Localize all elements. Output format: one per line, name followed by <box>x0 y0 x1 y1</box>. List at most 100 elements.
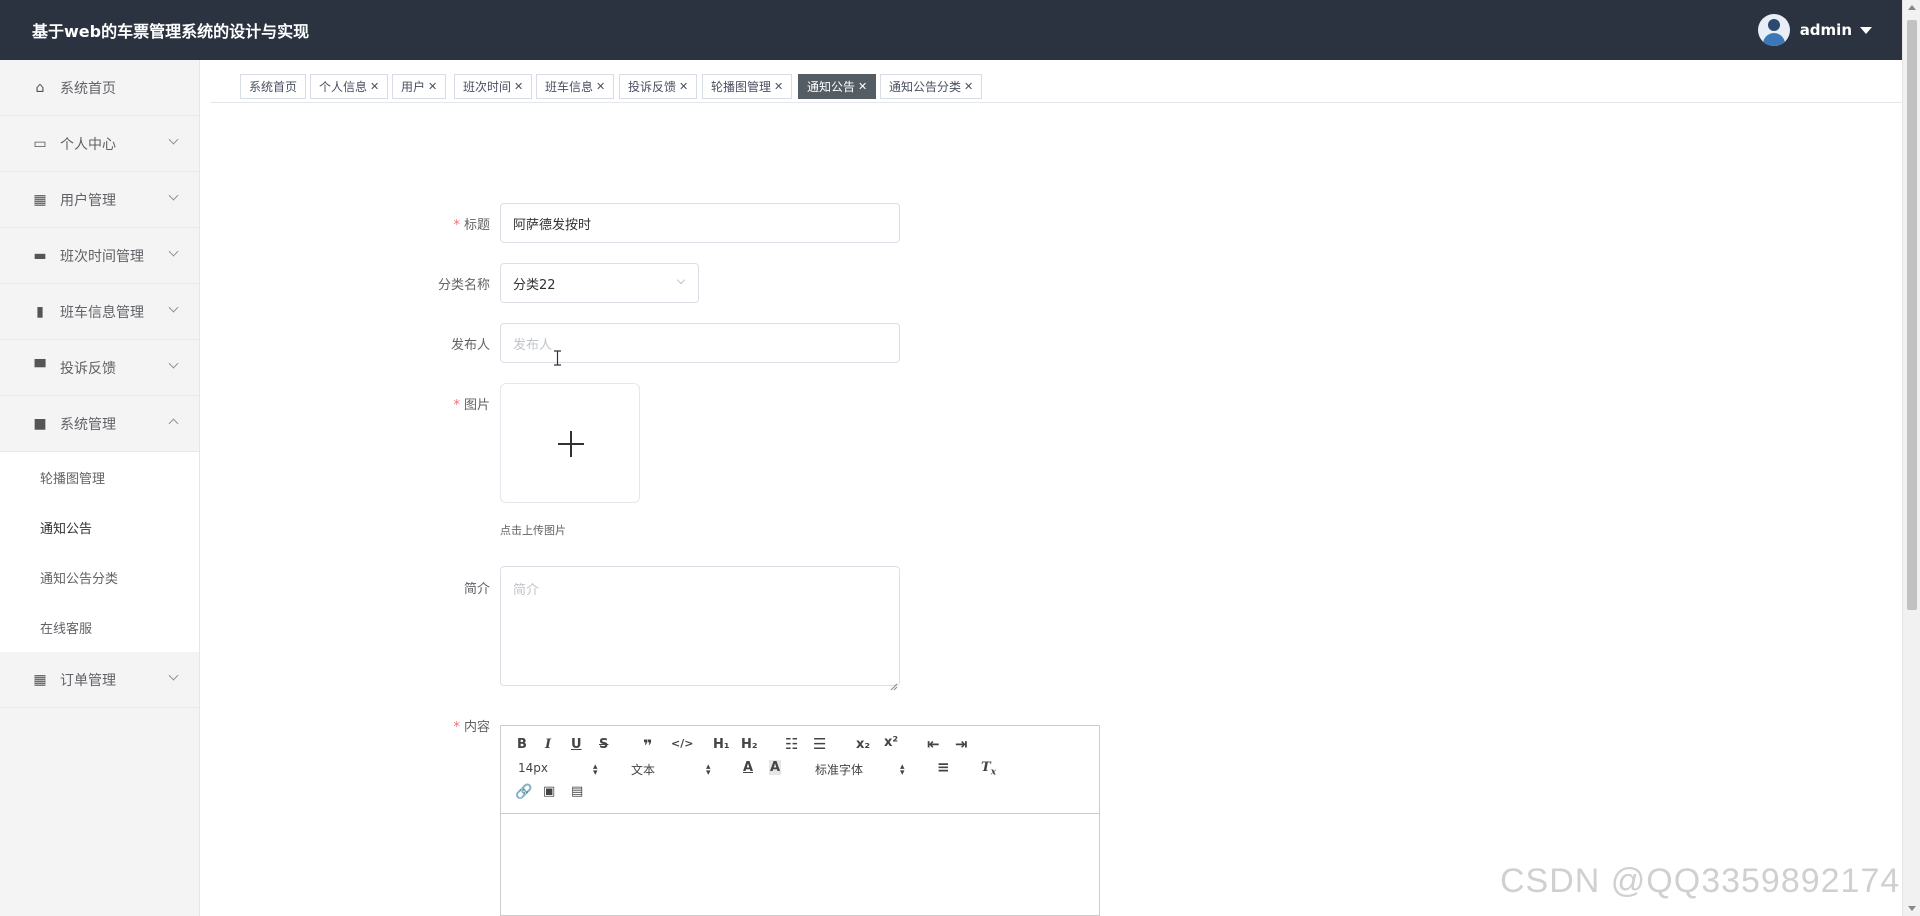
close-icon[interactable]: ✕ <box>514 80 523 93</box>
close-icon[interactable]: ✕ <box>964 80 973 93</box>
user-menu[interactable]: admin <box>1757 14 1872 46</box>
close-icon[interactable]: ✕ <box>596 80 605 93</box>
title-label: * 标题 <box>453 218 490 233</box>
sidebar-item-profile[interactable]: ▭ 个人中心 <box>0 116 199 172</box>
chat-icon: ■ <box>33 415 47 432</box>
subscript-icon[interactable]: x₂ <box>856 737 870 752</box>
tab-notice-category[interactable]: 通知公告分类 ✕ <box>880 74 983 99</box>
caret-down-icon <box>1860 26 1872 34</box>
briefcase-icon: ▬ <box>33 247 47 264</box>
resize-handle-icon[interactable] <box>890 676 898 691</box>
sidebar-item-label: 系统首页 <box>60 80 116 97</box>
chevron-down-icon <box>168 302 179 313</box>
tag-tabs: 系统首页 个人信息 ✕ 用户 ✕ 班次时间 ✕ 班车信息 ✕ 投诉反馈 ✕ 轮播图管理 ✕ … <box>210 60 1902 103</box>
username: admin <box>1799 21 1852 39</box>
chevron-down-icon <box>168 134 179 145</box>
intro-textarea[interactable]: 简介 <box>500 566 900 686</box>
monitor-icon: ▀ <box>34 359 46 376</box>
italic-icon[interactable]: I <box>545 737 551 752</box>
sidebar-item-orders[interactable]: ▦ 订单管理 <box>0 652 199 708</box>
sidebar-item-bus-info[interactable]: ▮ 班车信息管理 <box>0 284 199 340</box>
tab-notice[interactable]: 通知公告 ✕ <box>798 74 877 99</box>
tab-label: 系统首页 <box>249 80 298 94</box>
category-selected-value: 分类22 <box>513 277 556 293</box>
heading-2-icon[interactable]: H₂ <box>741 737 758 752</box>
sidebar-item-feedback[interactable]: ▀ 投诉反馈 <box>0 340 199 396</box>
font-family-select[interactable]: 标准字体 <box>815 761 863 778</box>
category-select[interactable]: 分类22 <box>500 263 699 303</box>
sidebar-item-schedule[interactable]: ▬ 班次时间管理 <box>0 228 199 284</box>
intro-label: 简介 <box>463 582 490 597</box>
close-icon[interactable]: ✕ <box>679 80 688 93</box>
editor-toolbar: B I U S ❞ </> H₁ H₂ ☷ ☰ x₂ x² ⇤ ⇥ 14px ▴… <box>501 726 1099 814</box>
underline-icon[interactable]: U <box>571 737 582 752</box>
link-icon[interactable]: 🔗 <box>515 784 532 800</box>
ordered-list-icon[interactable]: ☷ <box>785 735 798 753</box>
superscript-icon[interactable]: x² <box>884 735 898 750</box>
outdent-icon[interactable]: ⇤ <box>927 735 940 753</box>
grid-icon: ▦ <box>33 191 47 208</box>
tab-label: 班车信息 <box>545 80 594 94</box>
close-icon[interactable]: ✕ <box>858 80 867 93</box>
rich-text-editor[interactable]: B I U S ❞ </> H₁ H₂ ☷ ☰ x₂ x² ⇤ ⇥ 14px ▴… <box>500 725 1100 916</box>
blockquote-icon[interactable]: ❞ <box>643 736 652 755</box>
tab-label: 轮播图管理 <box>711 80 772 94</box>
close-icon[interactable]: ✕ <box>428 80 437 93</box>
submenu-item-notice-category[interactable]: 通知公告分类 <box>0 552 199 602</box>
tab-bus-info[interactable]: 班车信息 ✕ <box>536 74 615 99</box>
font-size-select[interactable]: 14px <box>518 761 548 775</box>
grid-icon: ▦ <box>33 671 47 688</box>
close-icon[interactable]: ✕ <box>774 80 783 93</box>
sidebar-item-home[interactable]: ⌂ 系统首页 <box>0 60 199 116</box>
scroll-down-icon[interactable] <box>1908 906 1916 911</box>
tab-home[interactable]: 系统首页 <box>240 74 307 99</box>
image-upload[interactable] <box>500 383 640 503</box>
heading-1-icon[interactable]: H₁ <box>713 737 730 752</box>
upload-hint: 点击上传图片 <box>500 524 566 537</box>
tab-schedule[interactable]: 班次时间 ✕ <box>454 74 533 99</box>
page-scrollbar[interactable] <box>1902 0 1920 916</box>
tab-label: 通知公告分类 <box>889 80 962 94</box>
id-card-icon: ▭ <box>33 135 47 152</box>
scroll-up-icon[interactable] <box>1908 5 1916 10</box>
align-left-icon[interactable]: ≡ <box>937 758 950 776</box>
tab-carousel[interactable]: 轮播图管理 ✕ <box>702 74 793 99</box>
chevron-down-icon <box>168 670 179 681</box>
tab-feedback[interactable]: 投诉反馈 ✕ <box>619 74 698 99</box>
submenu-item-notice[interactable]: 通知公告 <box>0 502 199 552</box>
bullet-list-icon[interactable]: ☰ <box>813 735 826 753</box>
sidebar-item-system[interactable]: ■ 系统管理 <box>0 396 199 452</box>
submenu-item-online-service[interactable]: 在线客服 <box>0 602 199 652</box>
image-icon[interactable]: ▣ <box>543 784 555 799</box>
chevron-down-icon <box>168 246 179 257</box>
font-color-icon[interactable]: A <box>743 760 753 775</box>
tab-label: 投诉反馈 <box>628 80 677 94</box>
video-icon[interactable]: ▤ <box>571 784 583 799</box>
tab-users[interactable]: 用户 ✕ <box>392 74 447 99</box>
tab-label: 班次时间 <box>463 80 512 94</box>
sidebar-item-label: 投诉反馈 <box>60 360 116 377</box>
sidebar-item-users[interactable]: ▦ 用户管理 <box>0 172 199 228</box>
sidebar-item-label: 班车信息管理 <box>60 304 144 321</box>
chevron-down-icon <box>168 358 179 369</box>
title-input[interactable]: 阿萨德发按时 <box>500 203 900 243</box>
sidebar-item-label: 个人中心 <box>60 136 116 153</box>
scroll-thumb[interactable] <box>1907 20 1917 610</box>
background-color-icon[interactable]: A <box>769 760 782 775</box>
text-style-select[interactable]: 文本 <box>631 761 655 778</box>
watermark: CSDN @QQ3359892174 <box>1500 862 1901 900</box>
close-icon[interactable]: ✕ <box>370 80 379 93</box>
tab-label: 个人信息 <box>319 80 368 94</box>
clear-format-icon[interactable]: Tx <box>981 760 996 778</box>
code-block-icon[interactable]: </> <box>671 737 693 750</box>
chevron-down-icon <box>168 190 179 201</box>
indent-icon[interactable]: ⇥ <box>955 735 968 753</box>
bold-icon[interactable]: B <box>517 737 527 752</box>
text-cursor-icon <box>554 350 561 366</box>
submenu-item-carousel[interactable]: 轮播图管理 <box>0 452 199 502</box>
tab-profile[interactable]: 个人信息 ✕ <box>310 74 389 99</box>
avatar <box>1757 14 1790 46</box>
strikethrough-icon[interactable]: S <box>599 737 608 752</box>
home-icon: ⌂ <box>35 79 45 96</box>
publisher-label: 发布人 <box>450 338 490 353</box>
